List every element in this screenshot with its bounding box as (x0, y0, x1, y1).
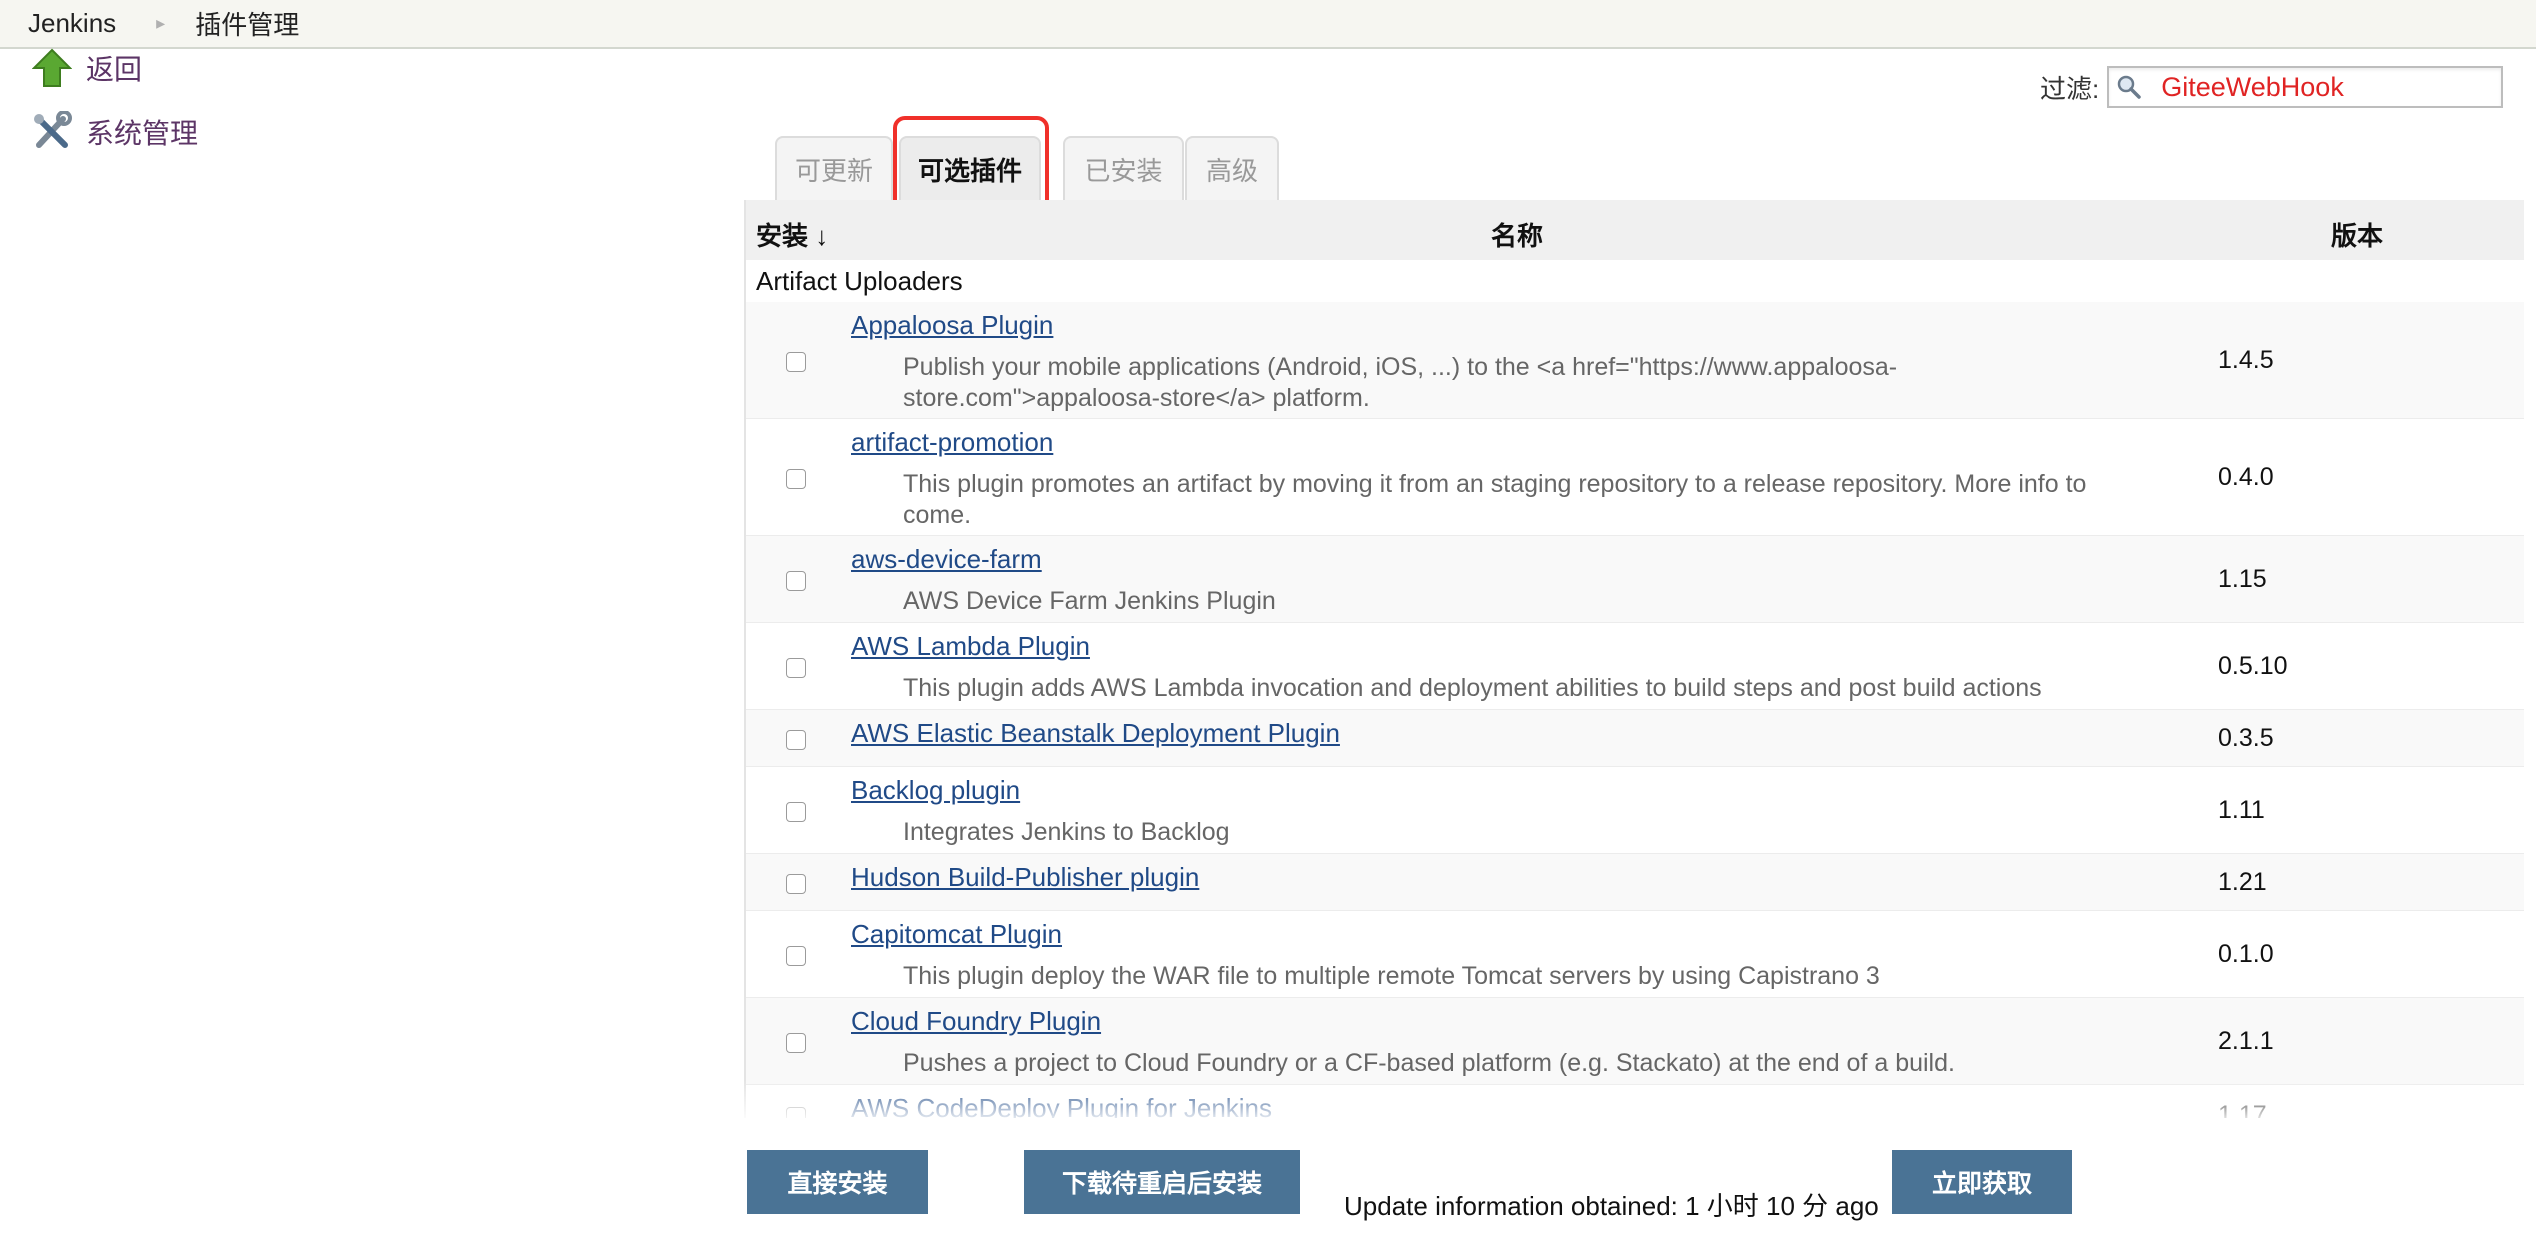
install-checkbox[interactable] (786, 571, 806, 591)
tab-installed[interactable]: 已安装 (1063, 136, 1184, 200)
header-name[interactable]: 名称 (1491, 216, 1543, 253)
install-checkbox[interactable] (786, 1107, 806, 1118)
plugin-name-link[interactable]: aws-device-farm (851, 544, 1042, 575)
plugin-description: This plugin promotes an artifact by movi… (903, 470, 2087, 498)
table-row: artifact-promotion This plugin promotes a… (746, 419, 2524, 536)
chevron-right-icon: ▸ (156, 13, 166, 33)
back-link[interactable]: 返回 (30, 46, 142, 90)
plugin-name-link[interactable]: AWS Elastic Beanstalk Deployment Plugin (851, 718, 1340, 749)
plugin-version: 1.21 (2218, 868, 2267, 896)
plugin-description: This plugin deploy the WAR file to multi… (903, 962, 1880, 990)
install-checkbox[interactable] (786, 658, 806, 678)
plugin-description: Integrates Jenkins to Backlog (903, 818, 1230, 846)
plugin-name-link[interactable]: Cloud Foundry Plugin (851, 1006, 1101, 1037)
table-row: AWS CodeDeploy Plugin for Jenkins 1.17 (746, 1085, 2524, 1118)
plugin-name-link[interactable]: Backlog plugin (851, 775, 1020, 806)
breadcrumb-jenkins-link[interactable]: Jenkins (28, 8, 116, 39)
update-info: Update information obtained: 1 小时 10 分 a… (1344, 1191, 1879, 1221)
plugin-description: Pushes a project to Cloud Foundry or a C… (903, 1049, 1955, 1077)
plugin-name-link[interactable]: AWS CodeDeploy Plugin for Jenkins (851, 1093, 1272, 1118)
tab-updates[interactable]: 可更新 (775, 136, 893, 200)
table-row: Appaloosa Plugin Publish your mobile appl… (746, 302, 2524, 419)
table-row: AWS Elastic Beanstalk Deployment Plugin 0… (746, 710, 2524, 767)
install-now-button[interactable]: 直接安装 (747, 1150, 928, 1214)
install-checkbox[interactable] (786, 352, 806, 372)
table-row: Hudson Build-Publisher plugin 1.21 (746, 854, 2524, 911)
plugin-version: 0.1.0 (2218, 940, 2274, 968)
plugin-description: AWS Device Farm Jenkins Plugin (903, 587, 1276, 615)
plugin-version: 2.1.1 (2218, 1027, 2274, 1055)
plugin-version: 1.17 (2218, 1101, 2267, 1118)
plugin-name-link[interactable]: Capitomcat Plugin (851, 919, 1062, 950)
install-checkbox[interactable] (786, 802, 806, 822)
plugin-table: 安装 ↓ 名称 版本 Artifact Uploaders Appaloosa … (744, 200, 2524, 1118)
plugin-version: 0.5.10 (2218, 652, 2288, 680)
header-install[interactable]: 安装 ↓ (756, 216, 828, 253)
system-manage-label: 系统管理 (86, 118, 199, 149)
search-icon (2109, 74, 2149, 100)
install-checkbox[interactable] (786, 1033, 806, 1053)
table-header: 安装 ↓ 名称 版本 (746, 200, 2524, 260)
plugin-version: 0.3.5 (2218, 724, 2274, 752)
install-checkbox[interactable] (786, 946, 806, 966)
filter-box[interactable] (2107, 66, 2504, 108)
plugin-name-link[interactable]: Appaloosa Plugin (851, 310, 1053, 341)
table-row: aws-device-farm AWS Device Farm Jenkins P… (746, 536, 2524, 623)
plugin-name-link[interactable]: artifact-promotion (851, 427, 1053, 458)
install-after-restart-button[interactable]: 下载待重启后安装 (1024, 1150, 1300, 1214)
plugin-version: 1.4.5 (2218, 346, 2274, 374)
plugin-description-cont: come. (903, 501, 972, 529)
category-heading: Artifact Uploaders (746, 260, 2524, 302)
plugin-version: 1.11 (2218, 796, 2265, 824)
up-arrow-icon (30, 46, 74, 90)
table-rows: Appaloosa Plugin Publish your mobile appl… (746, 302, 2524, 1118)
breadcrumb: Jenkins ▸ 插件管理 (0, 0, 2536, 49)
filter: 过滤: (2040, 66, 2504, 108)
plugin-description: This plugin adds AWS Lambda invocation a… (903, 674, 2042, 702)
install-checkbox[interactable] (786, 469, 806, 489)
fetch-now-button[interactable]: 立即获取 (1892, 1150, 2072, 1214)
table-row: Cloud Foundry Plugin Pushes a project to … (746, 998, 2524, 1085)
table-row: Backlog plugin Integrates Jenkins to Back… (746, 767, 2524, 854)
plugin-version: 1.15 (2218, 565, 2267, 593)
breadcrumb-plugin-manager-link[interactable]: 插件管理 (195, 5, 299, 42)
filter-input[interactable] (2149, 70, 2484, 104)
plugin-name-link[interactable]: Hudson Build-Publisher plugin (851, 862, 1199, 893)
plugin-name-link[interactable]: AWS Lambda Plugin (851, 631, 1090, 662)
table-row: AWS Lambda Plugin This plugin adds AWS La… (746, 623, 2524, 710)
tab-advanced[interactable]: 高级 (1185, 136, 1279, 200)
plugin-description: Publish your mobile applications (Androi… (903, 353, 1898, 381)
install-checkbox[interactable] (786, 730, 806, 750)
tools-icon (30, 110, 74, 154)
back-label: 返回 (86, 54, 143, 85)
tab-available[interactable]: 可选插件 (899, 136, 1041, 200)
header-version[interactable]: 版本 (2331, 216, 2383, 253)
table-row: Capitomcat Plugin This plugin deploy the … (746, 911, 2524, 998)
filter-label: 过滤: (2040, 73, 2100, 104)
plugin-description-cont: store.com">appaloosa-store</a> platform. (903, 384, 1370, 412)
install-checkbox[interactable] (786, 874, 806, 894)
system-manage-link[interactable]: 系统管理 (30, 110, 198, 154)
plugin-version: 0.4.0 (2218, 463, 2274, 491)
